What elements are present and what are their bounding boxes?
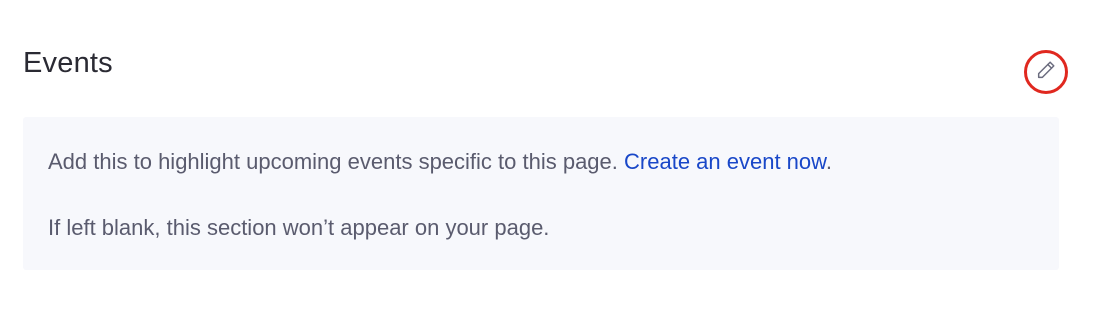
info-text-suffix: . — [825, 149, 832, 174]
info-text-secondary: If left blank, this section won’t appear… — [48, 215, 550, 240]
create-event-link[interactable]: Create an event now — [624, 149, 826, 174]
info-text: Add this to highlight upcoming events sp… — [48, 149, 625, 174]
info-text-primary: Add this to highlight upcoming events sp… — [48, 145, 1034, 179]
info-panel: Add this to highlight upcoming events sp… — [23, 117, 1059, 270]
section-title: Events — [23, 46, 113, 79]
edit-button[interactable] — [1024, 50, 1068, 94]
pencil-icon — [1035, 59, 1057, 86]
section-header: Events — [23, 40, 1068, 96]
events-section: Events Add this to highlight upcoming ev… — [23, 40, 1068, 270]
